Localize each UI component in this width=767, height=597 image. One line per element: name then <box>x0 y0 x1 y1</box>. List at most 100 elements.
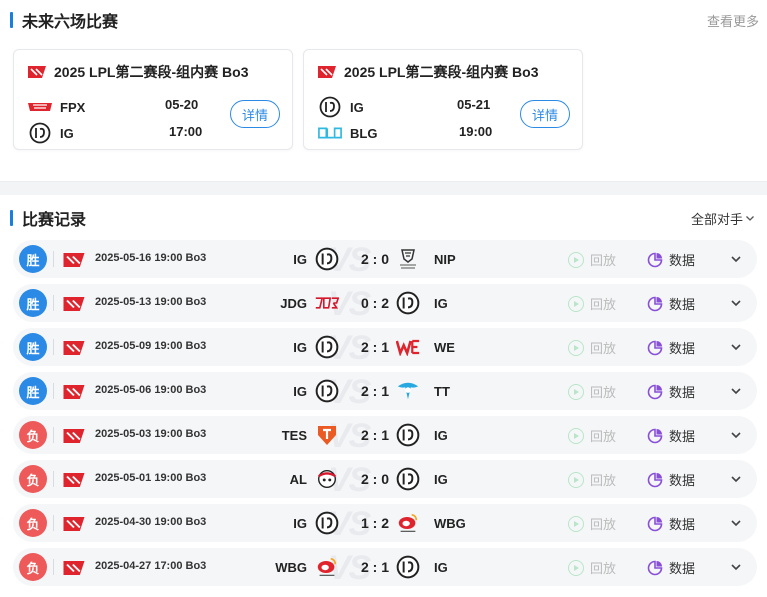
stats-button[interactable]: 数据 <box>647 382 695 401</box>
play-icon <box>568 427 584 444</box>
replay-button[interactable]: 回放 <box>568 558 616 577</box>
section-divider <box>0 181 767 195</box>
match-row[interactable]: 胜 2025-05-13 19:00 Bo3 VS JDG 0 : 2 IG 回放 数据 <box>13 284 757 323</box>
row-separator <box>53 383 54 399</box>
upcoming-header: 未来六场比赛 查看更多 <box>0 6 767 34</box>
team2-name: TT <box>434 384 450 399</box>
view-more-link[interactable]: 查看更多 <box>707 11 759 30</box>
detail-button[interactable]: 详情 <box>230 100 280 128</box>
opponent-filter-dropdown[interactable]: 全部对手 <box>691 209 755 228</box>
chevron-down-icon[interactable] <box>729 296 743 315</box>
chevron-down-icon[interactable] <box>729 340 743 359</box>
match-row[interactable]: 胜 2025-05-16 19:00 Bo3 VS IG 2 : 0 NIP 回放 数据 <box>13 240 757 279</box>
chevron-down-icon[interactable] <box>729 516 743 535</box>
chevron-down-icon[interactable] <box>729 384 743 403</box>
play-icon <box>568 471 584 488</box>
card-team-row: IG <box>28 122 74 144</box>
match-row[interactable]: 负 2025-04-27 17:00 Bo3 VS WBG 2 : 1 IG 回放 数据 <box>13 548 757 587</box>
team2-name: IG <box>434 428 448 443</box>
row-separator <box>53 339 54 355</box>
card-team-row: FPX <box>28 96 85 118</box>
play-icon <box>568 295 584 312</box>
chevron-down-icon[interactable] <box>729 472 743 491</box>
chevron-down-icon <box>746 216 754 221</box>
match-score: 2 : 1 <box>360 427 389 443</box>
card-team-row: BLG <box>318 122 377 144</box>
ig-logo-icon <box>315 511 339 535</box>
detail-button[interactable]: 详情 <box>520 100 570 128</box>
result-badge: 胜 <box>19 377 47 405</box>
match-datetime: 2025-04-30 19:00 Bo3 <box>95 516 207 528</box>
pie-chart-icon <box>647 560 663 575</box>
ig-logo-icon <box>396 291 420 315</box>
filter-label: 全部对手 <box>690 211 743 227</box>
card-team-row: IG <box>318 96 364 118</box>
replay-button[interactable]: 回放 <box>568 382 616 401</box>
chevron-down-icon[interactable] <box>729 560 743 579</box>
ig-logo-icon <box>396 467 420 491</box>
match-score: 0 : 2 <box>360 295 389 311</box>
row-separator <box>53 471 54 487</box>
replay-button[interactable]: 回放 <box>568 426 616 445</box>
tt-logo-icon <box>396 380 420 402</box>
ig-logo-icon <box>315 335 339 359</box>
match-score: 2 : 0 <box>360 251 389 267</box>
replay-button[interactable]: 回放 <box>568 250 616 269</box>
stats-button[interactable]: 数据 <box>647 470 695 489</box>
team1-name: IG <box>293 340 307 355</box>
play-icon <box>568 515 584 532</box>
ig-logo-icon <box>28 122 52 144</box>
stats-button[interactable]: 数据 <box>647 426 695 445</box>
team-name: FPX <box>60 99 86 115</box>
replay-button[interactable]: 回放 <box>568 338 616 357</box>
match-time: 19:00 <box>459 124 493 139</box>
result-badge: 胜 <box>19 245 47 273</box>
upcoming-card: 2025 LPL第二赛段-组内赛 Bo3 IG BLG 05-21 19:00 … <box>303 49 583 150</box>
pie-chart-icon <box>647 516 663 531</box>
lpl-logo-icon <box>28 66 46 78</box>
stats-button[interactable]: 数据 <box>647 294 695 313</box>
match-row[interactable]: 负 2025-04-30 19:00 Bo3 VS IG 1 : 2 WBG 回放 数据 <box>13 504 757 543</box>
records-header: 比赛记录 全部对手 <box>0 204 767 232</box>
match-row[interactable]: 胜 2025-05-06 19:00 Bo3 VS IG 2 : 1 TT 回放 数据 <box>13 372 757 411</box>
replay-button[interactable]: 回放 <box>568 470 616 489</box>
team1-name: IG <box>293 516 307 531</box>
result-badge: 负 <box>19 509 47 537</box>
team1-name: JDG <box>280 296 307 311</box>
pie-chart-icon <box>647 296 663 311</box>
match-row[interactable]: 负 2025-05-01 19:00 Bo3 VS AL 2 : 0 IG 回放 数据 <box>13 460 757 499</box>
wbg-logo-icon <box>315 556 339 578</box>
team1-name: WBG <box>275 560 307 575</box>
team2-name: WBG <box>434 516 466 531</box>
play-icon <box>568 383 584 400</box>
section-accent-bar <box>10 210 13 226</box>
nip-logo-icon <box>396 248 420 270</box>
match-datetime: 2025-05-16 19:00 Bo3 <box>95 252 207 264</box>
chevron-down-icon[interactable] <box>729 252 743 271</box>
match-row[interactable]: 胜 2025-05-09 19:00 Bo3 VS IG 2 : 1 WE 回放 数据 <box>13 328 757 367</box>
team-name: BLG <box>350 125 378 141</box>
stats-button[interactable]: 数据 <box>647 338 695 357</box>
result-badge: 胜 <box>19 289 47 317</box>
lpl-logo-icon <box>63 253 85 272</box>
team1-name: IG <box>293 384 307 399</box>
team2-name: IG <box>434 560 448 575</box>
wbg-logo-icon <box>396 512 420 534</box>
team2-name: IG <box>434 296 448 311</box>
stats-button[interactable]: 数据 <box>647 250 695 269</box>
lpl-logo-icon <box>63 561 85 580</box>
match-date: 05-21 <box>457 97 491 112</box>
match-score: 2 : 1 <box>360 339 389 355</box>
replay-button[interactable]: 回放 <box>568 514 616 533</box>
ig-logo-icon <box>318 96 342 118</box>
ig-logo-icon <box>396 555 420 579</box>
replay-button[interactable]: 回放 <box>568 294 616 313</box>
match-row[interactable]: 负 2025-05-03 19:00 Bo3 VS TES 2 : 1 IG 回放 数据 <box>13 416 757 455</box>
chevron-down-icon[interactable] <box>729 428 743 447</box>
fpx-logo-icon <box>28 96 52 118</box>
stats-button[interactable]: 数据 <box>647 558 695 577</box>
row-separator <box>53 251 54 267</box>
stats-button[interactable]: 数据 <box>647 514 695 533</box>
match-datetime: 2025-05-13 19:00 Bo3 <box>95 296 207 308</box>
team1-name: IG <box>293 252 307 267</box>
